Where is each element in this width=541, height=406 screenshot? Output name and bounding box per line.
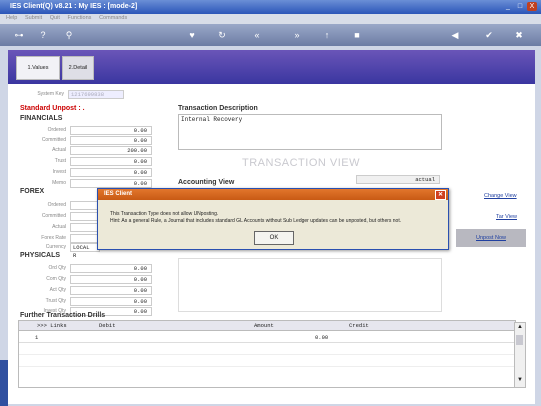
menu-quit[interactable]: Quit — [50, 15, 60, 21]
forex-ordered-label: Ordered — [47, 202, 66, 208]
financials-memo-field[interactable]: 0.00 — [70, 179, 152, 188]
maximize-button[interactable]: □ — [515, 2, 525, 11]
tab-detail[interactable]: 2.Detail — [62, 56, 94, 80]
transaction-description-field[interactable]: Internal Recovery — [178, 114, 442, 150]
cancel-icon[interactable]: ✖ — [512, 28, 526, 42]
menu-functions[interactable]: Functions — [68, 15, 92, 21]
menu-commands[interactable]: Commands — [99, 15, 127, 21]
system-key-label: System Key — [37, 91, 64, 97]
table-row[interactable] — [19, 369, 515, 378]
help-icon[interactable]: ? — [36, 28, 50, 42]
forex-committed-label: Committed — [41, 213, 66, 219]
unpost-now-button[interactable]: Unpost Now — [456, 229, 526, 247]
menu-bar: Help Submit Quit Functions Commands — [0, 14, 541, 24]
physicals-ord-qty-field[interactable]: 0.00 — [70, 264, 152, 273]
forex-currency-field[interactable]: LOCAL R — [70, 243, 100, 259]
financials-header: FINANCIALS — [20, 115, 63, 122]
dialog-title: IES Client — [104, 191, 133, 197]
physicals-header: PHYSICALS — [20, 252, 61, 259]
unpost-status: Standard Unpost : . — [20, 105, 85, 112]
notes-field[interactable] — [178, 258, 442, 312]
search-icon[interactable]: ⚲ — [62, 28, 76, 42]
physicals-com-qty-field[interactable]: 0.00 — [70, 275, 152, 284]
tab-values[interactable]: 1.Values — [16, 56, 60, 80]
check-icon[interactable]: ✔ — [482, 28, 496, 42]
physicals-trust-qty-field[interactable]: 0.00 — [70, 297, 152, 306]
dialog-title-bar: IES Client ✕ — [98, 189, 448, 200]
financials-invest-field[interactable]: 0.00 — [70, 168, 152, 177]
financials-actual-label: Actual — [52, 147, 66, 153]
financials-memo-label: Memo — [52, 180, 66, 186]
tabs-bar: 1.Values 2.Detail — [8, 50, 535, 84]
financials-committed-field[interactable]: 0.00 — [70, 136, 152, 145]
financials-trust-label: Trust — [54, 158, 66, 164]
up-icon[interactable]: ↑ — [320, 28, 334, 42]
physicals-act-qty-label: Act Qty — [49, 287, 66, 293]
dialog-close-icon[interactable]: ✕ — [435, 190, 446, 200]
forex-actual-label: Actual — [52, 224, 66, 230]
col-amount: Amount — [254, 322, 274, 329]
accounting-view-label: Accounting View — [178, 179, 235, 186]
financials-committed-label: Committed — [41, 137, 66, 143]
title-bar: IES Client(Q) v8.21 : My IES : [mode-2] … — [0, 0, 541, 14]
table-row[interactable]: 1 0.00 — [19, 333, 515, 343]
financials-ordered-label: Ordered — [47, 127, 66, 133]
drills-table: >>> Links Debit Amount Credit 1 0.00 — [18, 320, 516, 388]
refresh-icon[interactable]: ↻ — [215, 28, 229, 42]
transaction-view-watermark: TRANSACTION VIEW — [242, 157, 361, 169]
toolbar: ⊶ ? ⚲ ♥ ↻ « » ↑ ■ ◀ ✔ ✖ — [0, 24, 541, 46]
col-credit: Credit — [349, 322, 369, 329]
physicals-trust-qty-label: Trust Qty — [45, 298, 66, 304]
window-title: IES Client(Q) v8.21 : My IES : [mode-2] — [10, 3, 138, 10]
col-links: >>> Links — [37, 322, 67, 329]
drills-scrollbar[interactable]: ▲ ▼ — [514, 322, 526, 388]
stop-icon[interactable]: ■ — [350, 28, 364, 42]
scroll-up-icon[interactable]: ▲ — [517, 324, 523, 330]
tar-view-link[interactable]: Tar View — [496, 214, 517, 220]
physicals-act-qty-field[interactable]: 0.00 — [70, 286, 152, 295]
system-key-field: 1217699838 — [68, 90, 124, 99]
menu-submit[interactable]: Submit — [25, 15, 42, 21]
row-amount: 0.00 — [315, 334, 329, 341]
transaction-description-text: Internal Recovery — [181, 116, 243, 123]
col-debit: Debit — [99, 322, 116, 329]
app-window: IES Client(Q) v8.21 : My IES : [mode-2] … — [0, 0, 541, 406]
last-icon[interactable]: » — [290, 28, 304, 42]
minimize-button[interactable]: _ — [503, 2, 513, 11]
financials-trust-field[interactable]: 0.00 — [70, 157, 152, 166]
scroll-thumb[interactable] — [516, 335, 523, 345]
change-view-link[interactable]: Change View — [484, 193, 517, 199]
left-taskbar — [0, 360, 8, 406]
dialog-message-line2: Hint: As a general Rule, a Journal that … — [110, 218, 402, 224]
drills-header-row: >>> Links Debit Amount Credit — [19, 321, 515, 331]
physicals-ord-qty-label: Ord Qty — [48, 265, 66, 271]
forex-header: FOREX — [20, 188, 45, 195]
back-icon[interactable]: ◀ — [448, 28, 462, 42]
dialog-message-line1: This Transaction Type does not allow UNp… — [110, 211, 219, 217]
financials-actual-field[interactable]: 200.00 — [70, 146, 152, 155]
scroll-down-icon[interactable]: ▼ — [517, 377, 523, 383]
close-button[interactable]: X — [527, 2, 537, 11]
forex-currency-label: Currency — [45, 244, 66, 250]
table-row[interactable] — [19, 345, 515, 355]
financials-invest-label: Invest — [52, 169, 66, 175]
accounting-view-field[interactable]: actual — [356, 175, 440, 184]
heart-icon[interactable]: ♥ — [185, 28, 199, 42]
ok-button[interactable]: OK — [254, 231, 294, 245]
key-icon[interactable]: ⊶ — [8, 28, 30, 42]
physicals-com-qty-label: Com Qty — [46, 276, 66, 282]
drills-header: Further Transaction Drills — [20, 312, 106, 319]
forex-rate-label: Forex Rate — [41, 235, 66, 241]
first-icon[interactable]: « — [250, 28, 264, 42]
financials-ordered-field[interactable]: 0.00 — [70, 126, 152, 135]
menu-help[interactable]: Help — [6, 15, 17, 21]
table-row[interactable] — [19, 357, 515, 367]
transaction-description-label: Transaction Description — [178, 105, 258, 112]
row-number: 1 — [35, 334, 39, 341]
